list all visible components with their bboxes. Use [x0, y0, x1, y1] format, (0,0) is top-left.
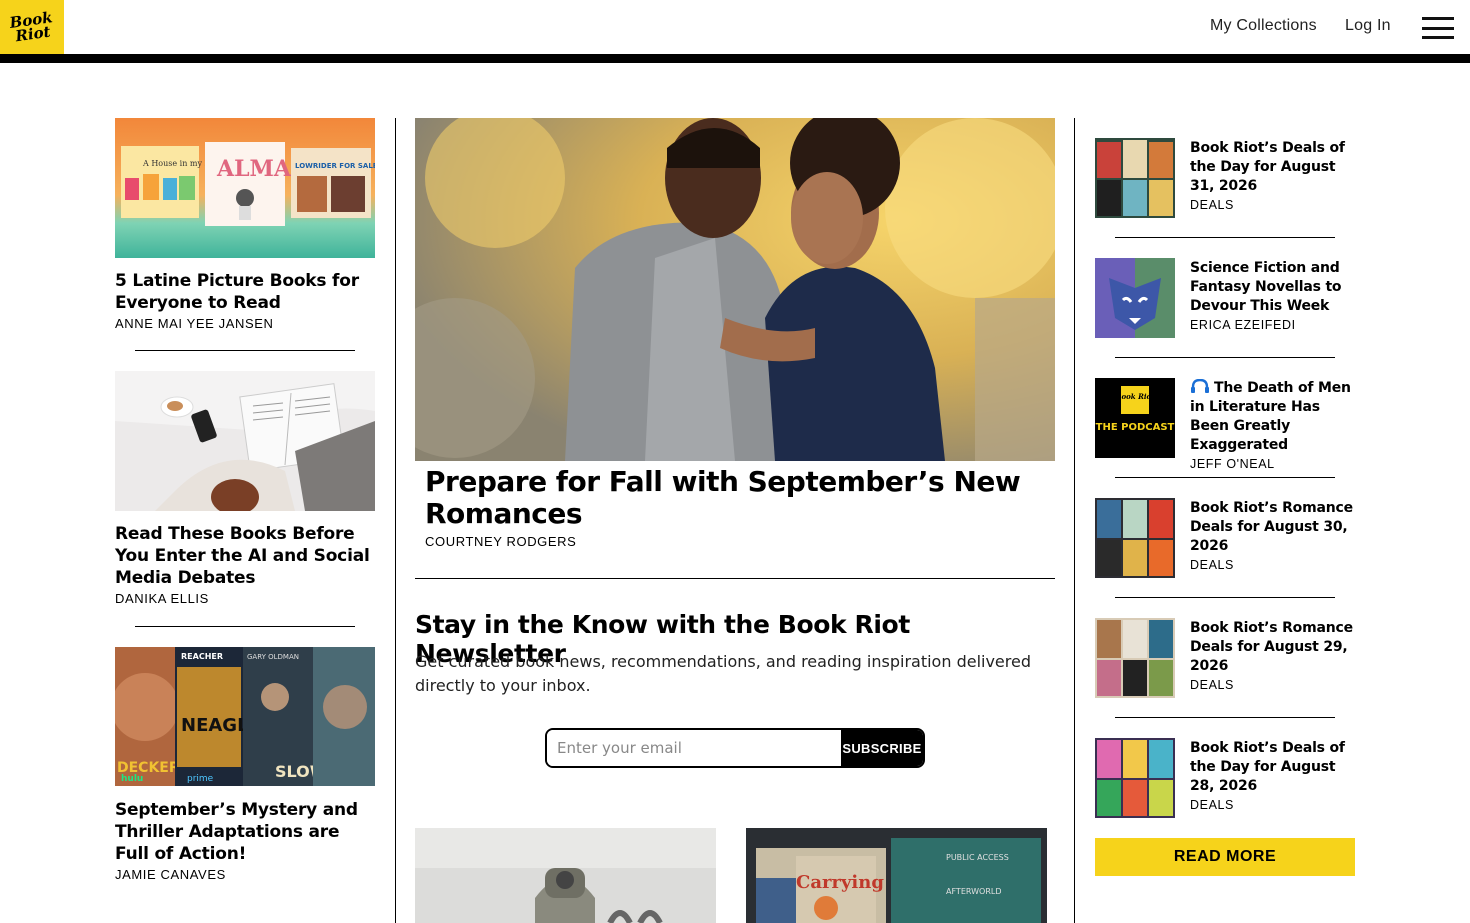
featured-title[interactable]: Prepare for Fall with September’s New Ro…: [425, 466, 1045, 530]
divider: [415, 578, 1055, 579]
sidebar-thumbnail[interactable]: [1095, 738, 1175, 818]
article-thumbnail[interactable]: A House in my Barrio ALMA LOWRIDER FOR S…: [115, 118, 375, 258]
divider: [135, 350, 355, 351]
sidebar-article[interactable]: Book Riot’s Deals of the Day for August …: [1095, 138, 1355, 218]
divider: [135, 626, 355, 627]
sidebar-article[interactable]: Science Fiction and Fantasy Novellas to …: [1095, 258, 1355, 338]
article-title[interactable]: September’s Mystery and Thriller Adaptat…: [115, 799, 375, 865]
podcast-label: THE PODCAST: [1096, 422, 1175, 433]
sidebar-author[interactable]: JEFF O'NEAL: [1190, 457, 1358, 471]
cover-text: AFTERWORLD: [946, 887, 1002, 896]
email-input[interactable]: [547, 730, 841, 766]
subscribe-button[interactable]: SUBSCRIBE: [841, 730, 923, 766]
sidebar-category[interactable]: DEALS: [1190, 798, 1358, 812]
sidebar-thumbnail[interactable]: [1095, 258, 1175, 338]
article-author[interactable]: JAMIE CANAVES: [115, 867, 375, 882]
sidebar-title[interactable]: Book Riot’s Romance Deals for August 29,…: [1190, 619, 1358, 676]
logo-text: Book Riot: [8, 8, 54, 46]
article-thumbnail[interactable]: Carrying PUBLIC ACCESS AFTERWORLD: [746, 828, 1047, 923]
cover-text: ALMA: [216, 156, 292, 182]
divider: [1115, 477, 1335, 478]
article-author[interactable]: ANNE MAI YEE JANSEN: [115, 316, 375, 331]
header-divider-bar: [0, 54, 1470, 63]
sidebar-thumbnail[interactable]: [1095, 138, 1175, 218]
sidebar-author[interactable]: ERICA EZEIFEDI: [1190, 318, 1358, 332]
article-card[interactable]: A House in my Barrio ALMA LOWRIDER FOR S…: [115, 118, 375, 331]
menu-icon[interactable]: [1422, 17, 1454, 39]
divider: [1115, 597, 1335, 598]
sidebar-category[interactable]: DEALS: [1190, 558, 1358, 572]
divider: [1115, 357, 1335, 358]
cover-text: PUBLIC ACCESS: [946, 853, 1009, 862]
podcast-logo-text: Book Riot: [1115, 392, 1156, 401]
sidebar-article[interactable]: Book Riot’s Deals of the Day for August …: [1095, 738, 1355, 818]
article-thumbnail[interactable]: [115, 371, 375, 511]
featured-image[interactable]: [415, 118, 1055, 461]
article-card[interactable]: DECKER NEAGLEY REACHER prime GARY OLDMAN…: [115, 647, 375, 882]
divider: [1115, 237, 1335, 238]
sidebar-category[interactable]: DEALS: [1190, 198, 1358, 212]
sidebar-title[interactable]: Book Riot’s Romance Deals for August 30,…: [1190, 499, 1358, 556]
sidebar-category[interactable]: DEALS: [1190, 678, 1358, 692]
sidebar-article[interactable]: Book Riot THE PODCAST The Death of Men i…: [1095, 378, 1358, 471]
cover-text: Carrying: [796, 872, 884, 893]
sidebar-article[interactable]: Book Riot’s Romance Deals for August 30,…: [1095, 498, 1355, 578]
sidebar-article[interactable]: Book Riot’s Romance Deals for August 29,…: [1095, 618, 1355, 698]
newsletter-description: Get curated book news, recommendations, …: [415, 652, 1031, 695]
poster-text: hulu: [121, 774, 143, 784]
read-more-button[interactable]: READ MORE: [1095, 838, 1355, 876]
divider: [1115, 717, 1335, 718]
sidebar-thumbnail[interactable]: [1095, 618, 1175, 698]
poster-text: GARY OLDMAN: [247, 653, 299, 661]
site-header: Book Riot My Collections Log In: [0, 0, 1470, 54]
article-thumbnail[interactable]: DECKER NEAGLEY REACHER prime GARY OLDMAN…: [115, 647, 375, 787]
book-riot-logo[interactable]: Book Riot: [0, 0, 64, 54]
article-title[interactable]: 5 Latine Picture Books for Everyone to R…: [115, 270, 375, 314]
featured-author[interactable]: COURTNEY RODGERS: [425, 534, 576, 549]
sidebar-title-wrap[interactable]: The Death of Men in Literature Has Been …: [1190, 379, 1358, 455]
newsletter-form: SUBSCRIBE: [545, 728, 925, 768]
article-thumbnail[interactable]: [415, 828, 716, 923]
sidebar-thumbnail[interactable]: Book Riot THE PODCAST: [1095, 378, 1175, 458]
article-card[interactable]: Read These Books Before You Enter the AI…: [115, 371, 375, 606]
poster-text: REACHER: [181, 652, 223, 661]
article-title[interactable]: Read These Books Before You Enter the AI…: [115, 523, 375, 589]
sidebar-title[interactable]: Book Riot’s Deals of the Day for August …: [1190, 739, 1358, 796]
poster-text: prime: [187, 774, 214, 784]
sidebar-title[interactable]: Book Riot’s Deals of the Day for August …: [1190, 139, 1358, 196]
article-author[interactable]: DANIKA ELLIS: [115, 591, 375, 606]
sidebar-title[interactable]: The Death of Men in Literature Has Been …: [1190, 380, 1351, 453]
my-collections-link[interactable]: My Collections: [1210, 17, 1317, 35]
column-divider-left: [395, 118, 396, 923]
cover-text: LOWRIDER FOR SALE: [295, 162, 375, 170]
sidebar-title[interactable]: Science Fiction and Fantasy Novellas to …: [1190, 259, 1358, 316]
sidebar-thumbnail[interactable]: [1095, 498, 1175, 578]
login-link[interactable]: Log In: [1345, 17, 1391, 35]
headphones-icon: [1191, 379, 1209, 393]
column-divider-right: [1074, 118, 1075, 923]
